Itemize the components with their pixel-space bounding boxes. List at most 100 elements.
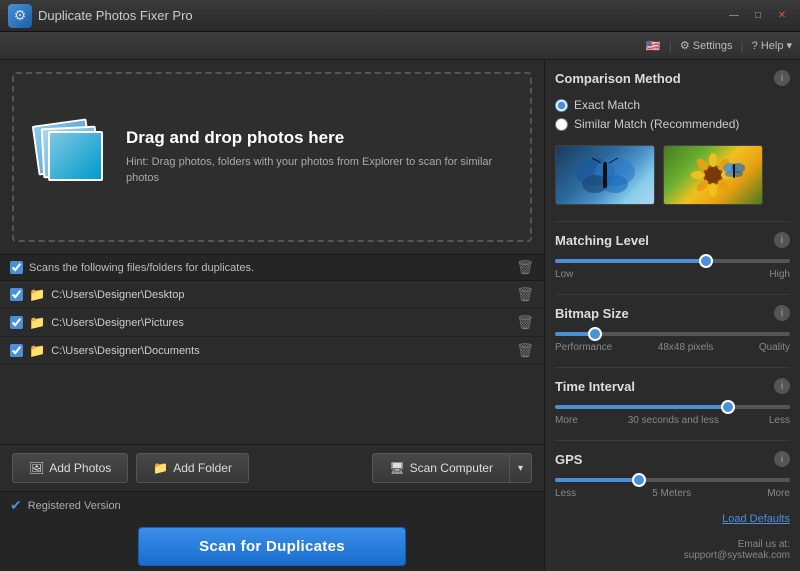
drop-zone-title: Drag and drop photos here: [126, 128, 514, 148]
right-panel: Comparison Method i Exact Match Similar …: [545, 60, 800, 571]
left-panel: Drag and drop photos here Hint: Drag pho…: [0, 60, 545, 571]
time-interval-labels: More 30 seconds and less Less: [555, 415, 790, 426]
matching-level-labels: Low High: [555, 269, 790, 280]
exact-match-radio[interactable]: [555, 99, 568, 112]
bitmap-size-info-icon[interactable]: i: [774, 305, 790, 321]
folder-item-desktop[interactable]: 📁 C:\Users\Designer\Desktop 🗑: [0, 281, 544, 309]
time-interval-header: Time Interval i: [555, 378, 790, 394]
folder-item-pictures[interactable]: 📁 C:\Users\Designer\Pictures 🗑: [0, 309, 544, 337]
folder-icon-desktop: 📁: [29, 287, 45, 303]
title-bar-left: ⚙ Duplicate Photos Fixer Pro: [8, 4, 193, 28]
app-icon: ⚙: [8, 4, 32, 28]
matching-level-section: Matching Level i Low High: [555, 232, 790, 280]
folder-list-delete-icon[interactable]: 🗑: [516, 259, 534, 276]
folder-list-header: Scans the following files/folders for du…: [0, 254, 544, 281]
time-interval-info-icon[interactable]: i: [774, 378, 790, 394]
matching-level-slider[interactable]: [555, 259, 790, 263]
status-text: Registered Version: [28, 500, 121, 512]
scan-for-duplicates-button[interactable]: Scan for Duplicates: [138, 527, 406, 566]
bitmap-size-center: 48x48 pixels: [612, 342, 759, 353]
bitmap-size-slider[interactable]: [555, 332, 790, 336]
time-less-label: Less: [769, 415, 790, 426]
status-check-icon: ✔: [10, 497, 22, 514]
gps-slider[interactable]: [555, 478, 790, 482]
scan-computer-wrap: 🖥 Scan Computer ▾: [372, 453, 532, 483]
folder-delete-desktop[interactable]: 🗑: [516, 286, 534, 303]
preview-images: [555, 145, 790, 205]
divider-4: [555, 440, 790, 441]
photo-card-front: [48, 131, 103, 181]
status-bar: ✔ Registered Version: [0, 491, 544, 519]
gps-info-icon[interactable]: i: [774, 451, 790, 467]
drop-zone[interactable]: Drag and drop photos here Hint: Drag pho…: [12, 72, 532, 242]
gps-title: GPS: [555, 452, 582, 467]
gps-center-label: 5 Meters: [576, 488, 767, 499]
add-folder-button[interactable]: 📁 Add Folder: [136, 453, 249, 483]
separator-icon: |: [669, 39, 672, 53]
maximize-button[interactable]: □: [748, 9, 768, 23]
similar-match-label: Similar Match (Recommended): [574, 117, 739, 131]
add-folder-icon: 📁: [153, 461, 168, 475]
similar-match-option[interactable]: Similar Match (Recommended): [555, 117, 790, 131]
time-interval-title: Time Interval: [555, 379, 635, 394]
folder-item-documents[interactable]: 📁 C:\Users\Designer\Documents 🗑: [0, 337, 544, 365]
close-button[interactable]: ✕: [772, 9, 792, 23]
matching-level-low: Low: [555, 269, 573, 280]
scan-btn-wrap: Scan for Duplicates: [0, 519, 544, 571]
folder-delete-documents[interactable]: 🗑: [516, 342, 534, 359]
settings-button[interactable]: ⚙ Settings: [680, 39, 733, 52]
folder-list-header-text: Scans the following files/folders for du…: [29, 262, 254, 274]
settings-icon: ⚙: [680, 39, 690, 52]
help-button[interactable]: ? Help ▾: [752, 39, 792, 52]
chevron-down-icon: ▾: [786, 39, 792, 52]
flag-icon: 🇺🇸: [646, 39, 661, 53]
matching-level-header: Matching Level i: [555, 232, 790, 248]
divider-3: [555, 367, 790, 368]
bottom-buttons: 🖼 Add Photos 📁 Add Folder 🖥 Scan Compute…: [0, 444, 544, 491]
folder-path-desktop: C:\Users\Designer\Desktop: [51, 289, 510, 301]
bitmap-quality-label: Quality: [759, 342, 790, 353]
divider-1: [555, 221, 790, 222]
time-interval-section: Time Interval i More 30 seconds and less…: [555, 378, 790, 426]
matching-level-title: Matching Level: [555, 233, 649, 248]
folder-checkbox-documents[interactable]: [10, 344, 23, 357]
add-photos-button[interactable]: 🖼 Add Photos: [12, 453, 128, 483]
folder-list-header-checkbox[interactable]: [10, 261, 23, 274]
butterfly-svg: [570, 150, 640, 200]
similar-match-radio[interactable]: [555, 118, 568, 131]
scan-computer-icon: 🖥: [389, 461, 404, 475]
bitmap-size-labels: Performance 48x48 pixels Quality: [555, 342, 790, 353]
title-bar-controls: — □ ✕: [724, 9, 792, 23]
toolbar-separator: |: [741, 39, 744, 53]
scan-computer-dropdown[interactable]: ▾: [509, 453, 532, 483]
comparison-method-title: Comparison Method: [555, 71, 681, 86]
sunflower-svg: [678, 150, 748, 200]
bitmap-size-section: Bitmap Size i Performance 48x48 pixels Q…: [555, 305, 790, 353]
time-interval-slider[interactable]: [555, 405, 790, 409]
matching-level-high: High: [769, 269, 790, 280]
top-toolbar: 🇺🇸 | ⚙ Settings | ? Help ▾: [0, 32, 800, 60]
divider-2: [555, 294, 790, 295]
folder-path-documents: C:\Users\Designer\Documents: [51, 345, 510, 357]
drop-text: Drag and drop photos here Hint: Drag pho…: [126, 128, 514, 187]
gps-section: GPS i Less 5 Meters More: [555, 451, 790, 499]
email-info: Email us at: support@systweak.com: [555, 535, 790, 561]
email-line1: Email us at:: [555, 539, 790, 550]
folder-delete-pictures[interactable]: 🗑: [516, 314, 534, 331]
folder-checkbox-pictures[interactable]: [10, 316, 23, 329]
photo-stack: [30, 117, 110, 197]
gps-labels: Less 5 Meters More: [555, 488, 790, 499]
exact-match-option[interactable]: Exact Match: [555, 98, 790, 112]
bitmap-size-header: Bitmap Size i: [555, 305, 790, 321]
folder-checkbox-desktop[interactable]: [10, 288, 23, 301]
preview-butterfly: [555, 145, 655, 205]
add-photos-icon: 🖼: [29, 461, 44, 475]
app-title: Duplicate Photos Fixer Pro: [38, 8, 193, 23]
matching-level-info-icon[interactable]: i: [774, 232, 790, 248]
title-bar: ⚙ Duplicate Photos Fixer Pro — □ ✕: [0, 0, 800, 32]
spacer: [0, 365, 544, 444]
minimize-button[interactable]: —: [724, 9, 744, 23]
scan-computer-button[interactable]: 🖥 Scan Computer: [372, 453, 509, 483]
comparison-method-info-icon[interactable]: i: [774, 70, 790, 86]
load-defaults-link[interactable]: Load Defaults: [555, 513, 790, 525]
